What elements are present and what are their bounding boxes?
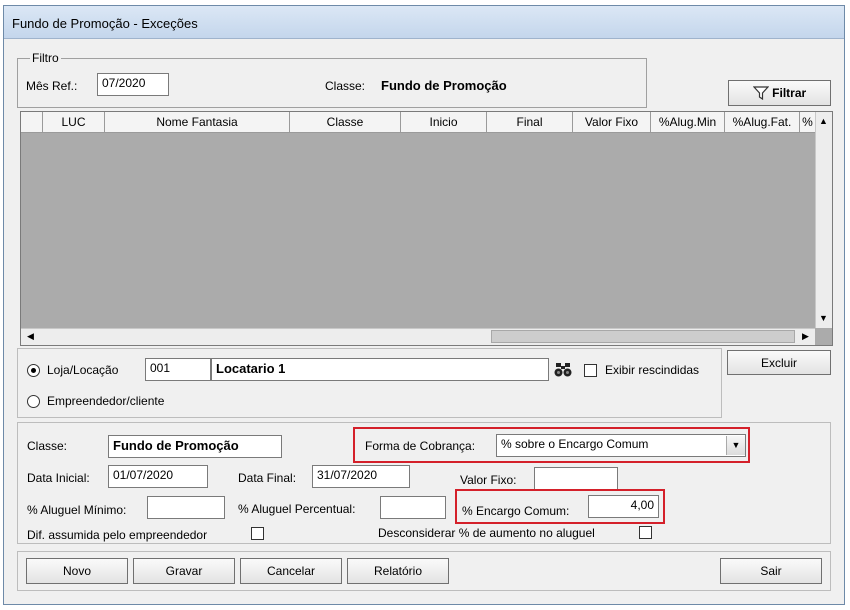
desconsiderar-checkbox[interactable] [639,526,652,539]
loja-locacao-label[interactable]: Loja/Locação [47,363,118,377]
gravar-button-label: Gravar [165,564,203,578]
column-header-luc[interactable]: LUC [43,112,105,132]
column-header-nome-fantasia[interactable]: Nome Fantasia [105,112,290,132]
gravar-button[interactable]: Gravar [133,558,235,584]
grid-indicator-column [21,112,43,132]
filter-group: Filtro Mês Ref.: 07/2020 Classe: Fundo d… [17,51,647,108]
horizontal-scroll-thumb[interactable] [491,330,795,343]
chevron-down-icon[interactable]: ▼ [726,436,745,455]
column-header-percent[interactable]: % [800,112,815,132]
scroll-right-arrow-icon[interactable]: ▶ [798,329,813,344]
data-inicial-label: Data Inicial: [27,471,90,485]
aluguel-minimo-input[interactable] [147,496,225,519]
aluguel-percentual-input[interactable] [380,496,446,519]
classe-filter-value: Fundo de Promoção [381,78,507,93]
classe-value-input[interactable]: Fundo de Promoção [108,435,282,458]
sair-button[interactable]: Sair [720,558,822,584]
cancelar-button[interactable]: Cancelar [240,558,342,584]
column-header-valor-fixo[interactable]: Valor Fixo [573,112,651,132]
scroll-up-arrow-icon[interactable]: ▲ [816,114,831,129]
loja-code-input[interactable]: 001 [145,358,211,381]
title-bar: Fundo de Promoção - Exceções [4,6,844,39]
column-header-final[interactable]: Final [487,112,573,132]
window-title: Fundo de Promoção - Exceções [12,16,198,31]
binoculars-icon[interactable] [553,362,573,378]
cancelar-button-label: Cancelar [266,564,316,578]
empreendedor-label[interactable]: Empreendedor/cliente [47,394,164,408]
scroll-down-arrow-icon[interactable]: ▼ [816,311,831,326]
filter-button-label: Filtrar [772,86,807,100]
desconsiderar-label: Desconsiderar % de aumento no aluguel [378,526,595,540]
novo-button[interactable]: Novo [26,558,128,584]
exibir-rescindidas-label: Exibir rescindidas [605,363,700,377]
column-header-alug-min[interactable]: %Alug.Min [651,112,725,132]
novo-button-label: Novo [62,564,91,578]
classe-label: Classe: [27,439,68,453]
excluir-button[interactable]: Excluir [727,350,831,375]
exceptions-grid[interactable]: LUC Nome Fantasia Classe Inicio Final Va… [20,111,833,346]
data-final-input[interactable]: 31/07/2020 [312,465,410,488]
mes-ref-input[interactable]: 07/2020 [97,73,169,96]
classe-filter-label: Classe: [325,79,366,93]
details-group: Classe: Fundo de Promoção Forma de Cobra… [17,422,831,544]
column-header-alug-fat[interactable]: %Alug.Fat. [725,112,800,132]
forma-cobranca-select[interactable]: % sobre o Encargo Comum [496,434,746,457]
mes-ref-label: Mês Ref.: [26,79,78,93]
grid-vertical-scrollbar[interactable]: ▲ ▼ [815,112,832,328]
funnel-icon [752,86,770,101]
loja-locacao-radio[interactable] [27,364,40,377]
filter-legend: Filtro [30,51,61,65]
grid-header: LUC Nome Fantasia Classe Inicio Final Va… [21,112,815,133]
aluguel-percentual-label: % Aluguel Percentual: [238,502,356,516]
excluir-button-label: Excluir [760,356,797,370]
dif-assumida-checkbox[interactable] [251,527,264,540]
valor-fixo-input[interactable] [534,467,618,490]
empreendedor-radio[interactable] [27,395,40,408]
forma-cobranca-label: Forma de Cobrança: [365,439,476,453]
main-window: Fundo de Promoção - Exceções Filtro Mês … [3,5,845,605]
grid-horizontal-scrollbar[interactable]: ◀ ▶ [21,328,815,345]
column-header-classe[interactable]: Classe [290,112,401,132]
scroll-left-arrow-icon[interactable]: ◀ [23,329,38,344]
data-final-label: Data Final: [238,471,297,485]
valor-fixo-label: Valor Fixo: [460,473,517,487]
relatorio-button[interactable]: Relatório [347,558,449,584]
exibir-rescindidas-checkbox[interactable] [584,364,597,377]
dif-assumida-label: Dif. assumida pelo empreendedor [27,528,208,542]
encargo-comum-label: % Encargo Comum: [462,504,570,518]
column-header-inicio[interactable]: Inicio [401,112,487,132]
sair-button-label: Sair [760,564,782,578]
loja-name-input[interactable]: Locatario 1 [211,358,549,381]
selection-group: Loja/Locação 001 Locatario 1 Exibir resc… [17,348,722,418]
relatorio-button-label: Relatório [373,564,423,578]
filter-button[interactable]: Filtrar [728,80,831,106]
data-inicial-input[interactable]: 01/07/2020 [108,465,208,488]
encargo-comum-input[interactable]: 4,00 [588,495,659,518]
aluguel-minimo-label: % Aluguel Mínimo: [27,503,127,517]
